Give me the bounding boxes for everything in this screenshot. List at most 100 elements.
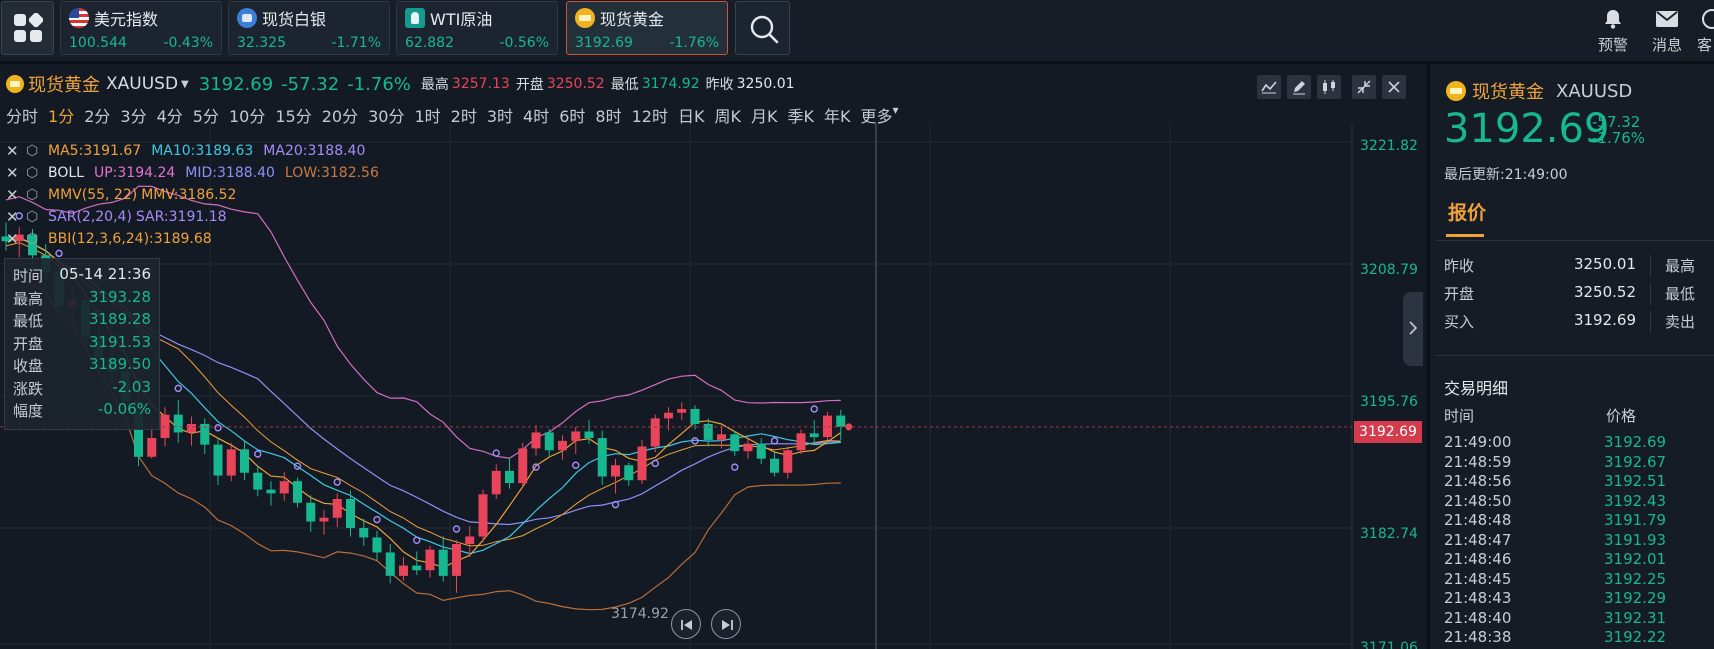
skip-back-icon xyxy=(681,620,692,630)
gold-icon xyxy=(575,8,595,28)
close-icon xyxy=(1388,81,1400,93)
trade-time: 21:48:46 xyxy=(1444,550,1512,568)
pencil-icon xyxy=(1293,81,1305,95)
candle-body xyxy=(743,443,753,452)
close-chart-button[interactable] xyxy=(1382,75,1406,99)
ticker-name: 现货黄金 xyxy=(600,10,665,29)
indicator-row-sar: ✕ ⬡ SAR(2,20,4) SAR:3191.18 xyxy=(6,206,389,228)
bell-icon xyxy=(1605,10,1621,29)
draw-button[interactable] xyxy=(1287,75,1311,99)
last-price: 3192.69 xyxy=(198,73,274,95)
boll-mid: MID:3188.40 xyxy=(185,165,275,181)
ticker-change: -0.43% xyxy=(163,35,213,51)
candle-body xyxy=(703,424,713,440)
trade-time: 21:48:38 xyxy=(1444,628,1512,646)
silver-icon xyxy=(237,8,257,28)
sar-value: SAR:3191.18 xyxy=(135,209,227,225)
symbol-code[interactable]: XAUUSD xyxy=(106,74,178,94)
trade-row: 21:48:38 3192.22 xyxy=(1444,628,1714,648)
tooltip-change: -2.03 xyxy=(112,377,151,396)
sar-dot xyxy=(214,424,222,432)
gold-icon xyxy=(6,75,24,93)
settings-hex-icon[interactable]: ⬡ xyxy=(26,165,48,181)
candle-body xyxy=(346,499,355,529)
candle-body xyxy=(293,481,302,503)
bbi-value: BBI(12,3,6,24):3189.68 xyxy=(48,231,212,247)
ticker-wti-oil[interactable]: WTI原油 62.882 -0.56% xyxy=(396,1,558,55)
ma20-value: MA20:3188.40 xyxy=(263,143,366,159)
ticker-change: -1.76% xyxy=(669,35,719,51)
remove-indicator-icon[interactable]: ✕ xyxy=(6,230,26,248)
ma5-value: MA5:3191.67 xyxy=(48,143,142,159)
current-price-dot xyxy=(845,423,853,431)
search-button[interactable] xyxy=(735,1,790,55)
remove-indicator-icon[interactable]: ✕ xyxy=(6,142,26,160)
collapse-button[interactable] xyxy=(1352,75,1376,99)
indicator-button[interactable] xyxy=(1257,75,1281,99)
chart-type-button[interactable] xyxy=(1317,75,1341,99)
ticker-name: WTI原油 xyxy=(430,10,493,29)
trade-price: 3192.51 xyxy=(1604,472,1667,490)
oil-icon xyxy=(405,8,425,28)
grid-icon xyxy=(14,13,43,42)
app-grid-button[interactable] xyxy=(1,1,54,55)
trades-time-header: 时间 xyxy=(1444,407,1475,425)
trade-time: 21:48:47 xyxy=(1444,530,1512,549)
quote-panel: 现货黄金 XAUUSD 3192.69 -57.32 -1.76% 最后更新:2… xyxy=(1427,64,1714,649)
trade-row: 21:48:45 3192.25 xyxy=(1444,570,1714,590)
low-value: 3174.92 xyxy=(641,76,700,92)
service-icon xyxy=(1702,9,1714,29)
trades-title: 交易明细 xyxy=(1444,379,1509,398)
settings-hex-icon[interactable]: ⬡ xyxy=(26,231,48,247)
search-icon xyxy=(750,15,779,44)
prev-close-label: 昨收 xyxy=(705,77,734,93)
sar-name: SAR(2,20,4) xyxy=(48,209,132,225)
remove-indicator-icon[interactable]: ✕ xyxy=(6,164,26,182)
message-button[interactable]: 消息 xyxy=(1643,6,1691,55)
gold-icon xyxy=(1446,81,1466,101)
remove-indicator-icon[interactable]: ✕ xyxy=(6,208,26,226)
sar-dot xyxy=(651,459,659,468)
settings-hex-icon[interactable]: ⬡ xyxy=(26,209,48,225)
ticker-spot-gold[interactable]: 现货黄金 3192.69 -1.76% xyxy=(566,1,728,55)
quote-value: 3250.52 xyxy=(1573,283,1636,301)
settings-hex-icon[interactable]: ⬡ xyxy=(26,143,48,159)
candle-body xyxy=(505,470,514,484)
panel-symbol-name: 现货黄金 xyxy=(1472,82,1544,103)
candle-body xyxy=(783,450,793,473)
remove-indicator-icon[interactable]: ✕ xyxy=(6,186,26,204)
high-value: 3257.13 xyxy=(451,76,510,92)
alert-button[interactable]: 预警 xyxy=(1589,6,1637,55)
candle-body xyxy=(571,431,581,441)
scroll-start-button[interactable] xyxy=(671,609,701,639)
panel-price: 3192.69 xyxy=(1444,106,1610,152)
ticker-price: 100.544 xyxy=(69,35,127,51)
y-axis-label: 3208.79 xyxy=(1360,262,1418,278)
expand-panel-tab[interactable] xyxy=(1403,292,1423,366)
symbol-name: 现货黄金 xyxy=(28,75,100,96)
candle-body xyxy=(226,449,236,476)
tooltip-open: 3191.53 xyxy=(88,332,151,351)
tab-quote[interactable]: 报价 xyxy=(1448,198,1486,225)
candle-body xyxy=(213,444,223,476)
service-button[interactable]: 客 xyxy=(1697,6,1714,55)
low-price-marker: 3174.92 xyxy=(611,606,669,622)
candle-body xyxy=(730,434,740,452)
candle-body xyxy=(399,565,408,576)
settings-hex-icon[interactable]: ⬡ xyxy=(26,187,48,203)
top-bar: 美元指数 100.544 -0.43% 现货白银 32.325 -1.71% W… xyxy=(0,0,1714,64)
ticker-price: 62.882 xyxy=(405,35,454,51)
sar-dot xyxy=(174,384,182,393)
crosshair-tooltip: 时间 05-14 21:36 最高 3193.28 最低 3189.28 开盘 3191… xyxy=(4,258,160,430)
caret-down-icon[interactable]: ▼ xyxy=(181,79,189,90)
sar-dot xyxy=(452,525,461,533)
scroll-end-button[interactable] xyxy=(711,609,741,639)
candle-body xyxy=(584,431,594,439)
trade-price: 3192.69 xyxy=(1604,433,1667,451)
ticker-silver[interactable]: 现货白银 32.325 -1.71% xyxy=(228,1,390,55)
low-label: 最低 xyxy=(610,77,639,93)
trade-time: 21:48:48 xyxy=(1444,511,1512,529)
ticker-usd-index[interactable]: 美元指数 100.544 -0.43% xyxy=(60,1,222,55)
ticker-name: 美元指数 xyxy=(94,10,159,29)
candle-body xyxy=(690,409,700,424)
